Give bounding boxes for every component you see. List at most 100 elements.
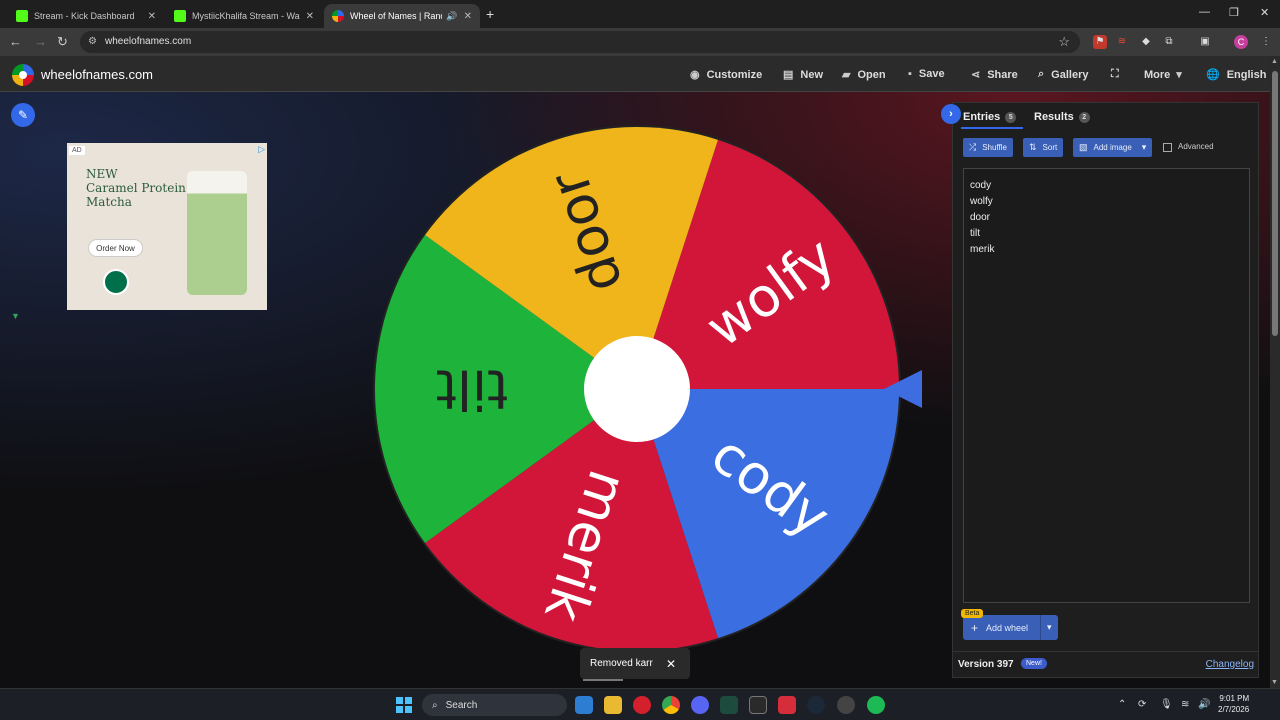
site-name[interactable]: wheelofnames.com bbox=[41, 67, 153, 82]
ad-line: Caramel Protein bbox=[86, 181, 186, 195]
edit-pencil-icon[interactable]: ✎ bbox=[11, 103, 35, 127]
menu-label: New bbox=[800, 68, 824, 81]
advertisement[interactable]: AD ▷ NEW Caramel Protein Matcha Order No… bbox=[67, 143, 267, 310]
menu-label: Open bbox=[857, 68, 886, 81]
chevron-down-icon[interactable]: ▾ bbox=[1047, 622, 1052, 633]
browser-tab-strip: Stream - Kick Dashboard ✕ MystiicKhalifa… bbox=[0, 0, 1280, 28]
microphone-icon[interactable]: 🎙 bbox=[1160, 699, 1173, 710]
app-icon[interactable] bbox=[720, 696, 738, 714]
wheel[interactable]: wolfy cody merik tilt door bbox=[372, 124, 902, 654]
wheel-svg[interactable]: wolfycodymeriktiltdoor bbox=[372, 124, 902, 654]
sync-icon[interactable]: ⟳ bbox=[1138, 699, 1146, 710]
tab-entries[interactable]: Entries 5 bbox=[963, 111, 1017, 123]
new-button[interactable]: ▤ New bbox=[783, 68, 824, 82]
address-bar[interactable]: ⚙ wheelofnames.com ☆ bbox=[80, 31, 1080, 53]
volume-icon[interactable]: 🔊 bbox=[1198, 699, 1210, 710]
gallery-button[interactable]: ⌕ Gallery bbox=[1038, 68, 1088, 81]
fullscreen-button[interactable]: ⛶ bbox=[1111, 68, 1126, 81]
scroll-up-icon[interactable]: ▲ bbox=[1271, 58, 1278, 65]
steam-icon[interactable] bbox=[807, 696, 825, 714]
site-info-icon[interactable]: ⚙ bbox=[88, 36, 97, 47]
spotify-icon[interactable] bbox=[867, 696, 885, 714]
opera-gx-icon[interactable] bbox=[633, 696, 651, 714]
extension-icon[interactable]: ≋ bbox=[1115, 35, 1129, 49]
wifi-icon[interactable]: ≋ bbox=[1181, 699, 1189, 710]
close-icon[interactable]: ✕ bbox=[666, 657, 676, 671]
kebab-menu-icon[interactable]: ⋮ bbox=[1259, 35, 1273, 49]
button-label: Add wheel bbox=[986, 622, 1029, 633]
new-tab-icon[interactable]: + bbox=[486, 6, 494, 22]
windows-start-icon[interactable] bbox=[396, 697, 412, 713]
epic-games-icon[interactable] bbox=[749, 696, 767, 714]
customize-button[interactable]: ◉ Customize bbox=[690, 68, 762, 82]
ad-order-button[interactable]: Order Now bbox=[88, 239, 143, 257]
puzzle-extensions-icon[interactable]: ⧉ bbox=[1162, 35, 1176, 49]
profile-avatar[interactable]: C bbox=[1234, 35, 1248, 49]
back-icon[interactable]: ← bbox=[9, 34, 22, 49]
reload-icon[interactable]: ↻ bbox=[57, 34, 68, 50]
open-button[interactable]: ▰ Open bbox=[842, 68, 886, 82]
save-button[interactable]: ▪ Save bbox=[908, 68, 945, 80]
sort-button[interactable]: ⇅ Sort bbox=[1023, 138, 1064, 157]
scroll-down-icon[interactable]: ▼ bbox=[1271, 679, 1278, 686]
discord-icon[interactable] bbox=[691, 696, 709, 714]
extension-icon[interactable]: ⚑ bbox=[1093, 35, 1107, 49]
file-explorer-icon[interactable] bbox=[604, 696, 622, 714]
tab-label: Results bbox=[1034, 111, 1074, 123]
save-icon: ▪ bbox=[908, 68, 912, 80]
wheel-center-button[interactable] bbox=[584, 336, 690, 442]
speaker-icon[interactable]: 🔊 bbox=[446, 11, 457, 22]
chevron-down-icon: ▾ bbox=[1176, 69, 1182, 81]
add-image-button[interactable]: ▧ Add image ▾ bbox=[1073, 138, 1153, 157]
taskbar-widgets-icon[interactable] bbox=[575, 696, 593, 714]
forward-icon[interactable]: → bbox=[34, 34, 47, 49]
chevron-down-icon[interactable]: ▾ bbox=[1142, 142, 1147, 153]
changelog-link[interactable]: Changelog bbox=[1206, 659, 1254, 670]
close-tab-icon[interactable]: ✕ bbox=[306, 11, 314, 22]
close-tab-icon[interactable]: ✕ bbox=[464, 11, 472, 22]
tab-title: Stream - Kick Dashboard bbox=[34, 11, 135, 21]
browser-tab-kick-dashboard[interactable]: Stream - Kick Dashboard ✕ bbox=[8, 4, 164, 28]
search-label: Search bbox=[445, 699, 478, 711]
advanced-checkbox[interactable] bbox=[1163, 143, 1172, 152]
ad-label: AD bbox=[69, 146, 85, 155]
shuffle-button[interactable]: ⤮ Shuffle bbox=[963, 138, 1013, 157]
close-tab-icon[interactable]: ✕ bbox=[148, 11, 156, 22]
tray-chevron-icon[interactable]: ⌃ bbox=[1118, 699, 1126, 710]
matcha-cup-image bbox=[187, 171, 247, 295]
menu-label: Share bbox=[987, 68, 1018, 81]
ad-choices-icon[interactable]: ▷ bbox=[258, 144, 265, 155]
taskbar-search[interactable]: ⌕ Search bbox=[422, 694, 567, 716]
search-icon: ⌕ bbox=[432, 699, 438, 711]
tab-search-icon[interactable]: ▣ bbox=[1198, 35, 1212, 49]
bookmark-star-icon[interactable]: ☆ bbox=[1058, 34, 1070, 50]
language-button[interactable]: 🌐 English bbox=[1206, 68, 1266, 82]
tab-results[interactable]: Results 2 bbox=[1034, 111, 1090, 123]
entry-line: door bbox=[970, 212, 991, 223]
entries-textarea[interactable]: cody wolfy door tilt merik bbox=[963, 168, 1250, 603]
maximize-icon[interactable]: ❐ bbox=[1229, 6, 1239, 19]
page-scrollbar[interactable]: ▲ ▼ bbox=[1270, 56, 1280, 688]
toast: Removed karr ✕ bbox=[580, 648, 690, 679]
browser-tab-wheel[interactable]: Wheel of Names | Random 🔊 ✕ bbox=[324, 4, 480, 28]
app-icon[interactable] bbox=[778, 696, 796, 714]
filter-icon[interactable]: ▼ bbox=[11, 311, 20, 321]
menu-label: Save bbox=[918, 68, 945, 80]
browser-tab-stream[interactable]: MystiicKhalifa Stream - Watch Live ✕ bbox=[166, 4, 322, 28]
clock-date: 2/7/2026 bbox=[1218, 705, 1250, 714]
scrollbar-thumb[interactable] bbox=[1272, 71, 1278, 336]
wheel-logo-icon[interactable] bbox=[12, 64, 34, 86]
chrome-icon[interactable] bbox=[662, 696, 680, 714]
extension-icon[interactable]: ◆ bbox=[1139, 35, 1153, 49]
divider bbox=[953, 651, 1258, 652]
add-wheel-button[interactable]: + Add wheel ▾ bbox=[963, 615, 1058, 640]
share-icon: ⋖ bbox=[971, 69, 981, 81]
app-icon[interactable] bbox=[837, 696, 855, 714]
collapse-panel-icon[interactable]: › bbox=[941, 104, 961, 124]
minimize-icon[interactable]: — bbox=[1199, 6, 1210, 18]
shuffle-icon: ⤮ bbox=[969, 142, 977, 152]
share-button[interactable]: ⋖ Share bbox=[971, 68, 1018, 82]
close-window-icon[interactable]: ✕ bbox=[1260, 6, 1269, 19]
clock[interactable]: 9:01 PM 2/7/2026 bbox=[1218, 693, 1249, 715]
more-button[interactable]: More ▾ bbox=[1144, 68, 1182, 82]
